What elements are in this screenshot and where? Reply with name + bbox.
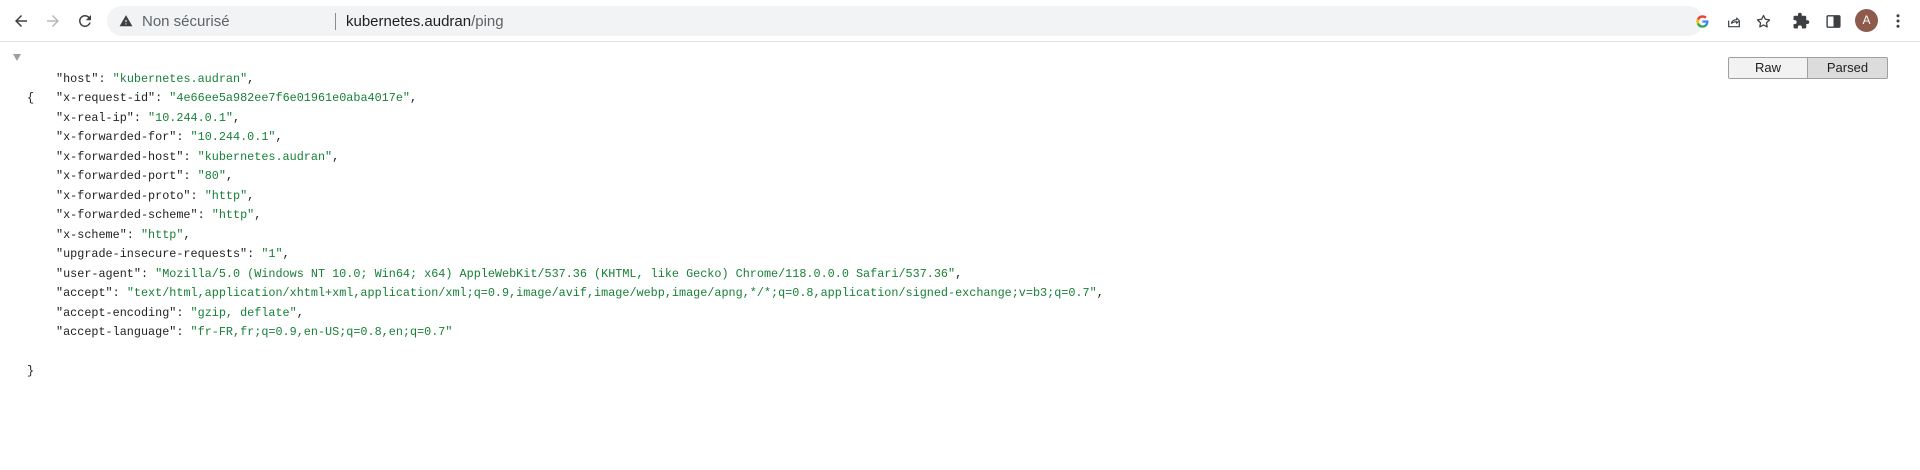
- address-divider: [335, 13, 336, 30]
- google-icon[interactable]: [1693, 12, 1712, 31]
- json-separator: ,: [233, 110, 241, 125]
- json-separator: ,: [183, 227, 191, 242]
- json-entry-content: "accept-language": "fr-FR,fr;q=0.9,en-US…: [56, 325, 453, 339]
- json-key: "host": [56, 71, 99, 86]
- browser-toolbar: Non sécurisé kubernetes.audran/ping A: [0, 0, 1920, 42]
- json-key: "x-scheme": [56, 227, 127, 242]
- json-value: "kubernetes.audran": [112, 71, 248, 86]
- url-path: /ping: [471, 13, 504, 30]
- json-close-line: }: [0, 343, 1700, 378]
- json-separator: ,: [247, 188, 255, 203]
- more-icon[interactable]: [1887, 10, 1909, 32]
- side-panel-icon[interactable]: [1822, 10, 1844, 32]
- reload-icon[interactable]: [72, 8, 98, 34]
- avatar[interactable]: A: [1855, 9, 1878, 32]
- json-key: "x-request-id": [56, 91, 156, 105]
- json-value: "http": [140, 227, 184, 242]
- extensions-icon[interactable]: [1790, 10, 1812, 32]
- json-value: "http": [211, 208, 255, 222]
- json-key: "accept-language": [56, 325, 177, 339]
- json-entry: "x-forwarded-scheme": "http",: [0, 206, 1700, 226]
- json-value: "fr-FR,fr;q=0.9,en-US;q=0.8,en;q=0.7": [190, 325, 453, 339]
- json-entry: "accept": "text/html,application/xhtml+x…: [0, 284, 1700, 304]
- json-entry-content: "user-agent": "Mozilla/5.0 (Windows NT 1…: [56, 266, 963, 281]
- json-key: "user-agent": [56, 266, 141, 281]
- json-entries: "host": "kubernetes.audran", "x-request-i…: [0, 70, 1700, 343]
- json-entry: "accept-encoding": "gzip, deflate",: [0, 304, 1700, 324]
- json-entry-content: "accept-encoding": "gzip, deflate",: [56, 305, 304, 320]
- json-entry-content: "x-forwarded-proto": "http",: [56, 188, 255, 203]
- json-key: "x-forwarded-proto": [56, 188, 191, 203]
- view-mode-switch: Raw Parsed: [1728, 57, 1888, 79]
- json-value: "4e66ee5a982ee7f6e01961e0aba4017e": [169, 91, 410, 105]
- json-entry: "accept-language": "fr-FR,fr;q=0.9,en-US…: [0, 323, 1700, 343]
- json-entry: "x-request-id": "4e66ee5a982ee7f6e01961e…: [0, 89, 1700, 109]
- json-entry-content: "host": "kubernetes.audran",: [56, 71, 255, 86]
- json-entry: "user-agent": "Mozilla/5.0 (Windows NT 1…: [0, 265, 1700, 285]
- json-key: "x-real-ip": [56, 110, 134, 125]
- json-entry: "x-forwarded-for": "10.244.0.1",: [0, 128, 1700, 148]
- json-key: "x-forwarded-host": [56, 149, 184, 164]
- json-separator: ,: [296, 305, 304, 320]
- security-label[interactable]: Non sécurisé: [142, 13, 230, 30]
- json-value: "10.244.0.1": [190, 130, 276, 144]
- json-entry: "upgrade-insecure-requests": "1",: [0, 245, 1700, 265]
- json-entry: "host": "kubernetes.audran",: [0, 70, 1700, 90]
- json-entry-content: "accept": "text/html,application/xhtml+x…: [56, 286, 1104, 300]
- json-separator: ,: [1096, 286, 1104, 300]
- json-entry-content: "x-forwarded-for": "10.244.0.1",: [56, 130, 283, 144]
- json-open-line: {: [0, 50, 1700, 105]
- json-entry: "x-forwarded-host": "kubernetes.audran",: [0, 148, 1700, 168]
- parsed-button[interactable]: Parsed: [1808, 57, 1888, 79]
- forward-icon[interactable]: [40, 8, 66, 34]
- json-entry: "x-forwarded-port": "80",: [0, 167, 1700, 187]
- json-entry-content: "x-forwarded-port": "80",: [56, 169, 234, 183]
- json-entry-content: "x-forwarded-host": "kubernetes.audran",: [56, 149, 340, 164]
- json-value: "gzip, deflate": [190, 305, 297, 320]
- bookmark-star-icon[interactable]: [1754, 12, 1773, 31]
- collapse-toggle-icon[interactable]: [13, 54, 21, 61]
- back-icon[interactable]: [8, 8, 34, 34]
- json-entry: "x-scheme": "http",: [0, 226, 1700, 246]
- json-separator: ,: [332, 149, 340, 164]
- json-value: "1": [261, 247, 283, 261]
- json-key: "accept": [56, 286, 113, 300]
- json-close-brace: }: [27, 364, 35, 378]
- json-entry-content: "x-request-id": "4e66ee5a982ee7f6e01961e…: [56, 91, 418, 105]
- json-key: "upgrade-insecure-requests": [56, 247, 248, 261]
- url-text[interactable]: kubernetes.audran/ping: [346, 13, 504, 30]
- json-separator: ,: [410, 91, 418, 105]
- address-bar[interactable]: Non sécurisé kubernetes.audran/ping: [107, 6, 1771, 36]
- json-value: "10.244.0.1": [148, 110, 233, 125]
- json-separator: ,: [225, 169, 234, 183]
- json-value: "Mozilla/5.0 (Windows NT 10.0; Win64; x6…: [155, 266, 956, 281]
- url-host: kubernetes.audran: [346, 13, 472, 30]
- json-separator: ,: [275, 130, 283, 144]
- json-entry-content: "upgrade-insecure-requests": "1",: [56, 247, 290, 261]
- json-separator: ,: [282, 247, 290, 261]
- json-viewer: { "host": "kubernetes.audran", "x-request…: [0, 50, 1700, 378]
- json-key: "accept-encoding": [56, 305, 177, 320]
- share-icon[interactable]: [1724, 12, 1743, 31]
- json-value: "text/html,application/xhtml+xml,applica…: [126, 286, 1097, 300]
- json-key: "x-forwarded-port": [56, 169, 184, 183]
- json-key: "x-forwarded-scheme": [56, 208, 198, 222]
- json-value: "http": [204, 188, 248, 203]
- json-entry-content: "x-scheme": "http",: [56, 227, 191, 242]
- json-entry: "x-forwarded-proto": "http",: [0, 187, 1700, 207]
- json-separator: ,: [247, 71, 255, 86]
- raw-button[interactable]: Raw: [1728, 57, 1808, 79]
- json-value: "80": [197, 169, 226, 183]
- json-key: "x-forwarded-for": [56, 130, 177, 144]
- json-entry-content: "x-real-ip": "10.244.0.1",: [56, 110, 241, 125]
- warning-icon[interactable]: [119, 14, 133, 28]
- json-entry: "x-real-ip": "10.244.0.1",: [0, 109, 1700, 129]
- json-separator: ,: [254, 208, 262, 222]
- json-value: "kubernetes.audran": [197, 149, 333, 164]
- json-entry-content: "x-forwarded-scheme": "http",: [56, 208, 262, 222]
- json-separator: ,: [955, 266, 963, 281]
